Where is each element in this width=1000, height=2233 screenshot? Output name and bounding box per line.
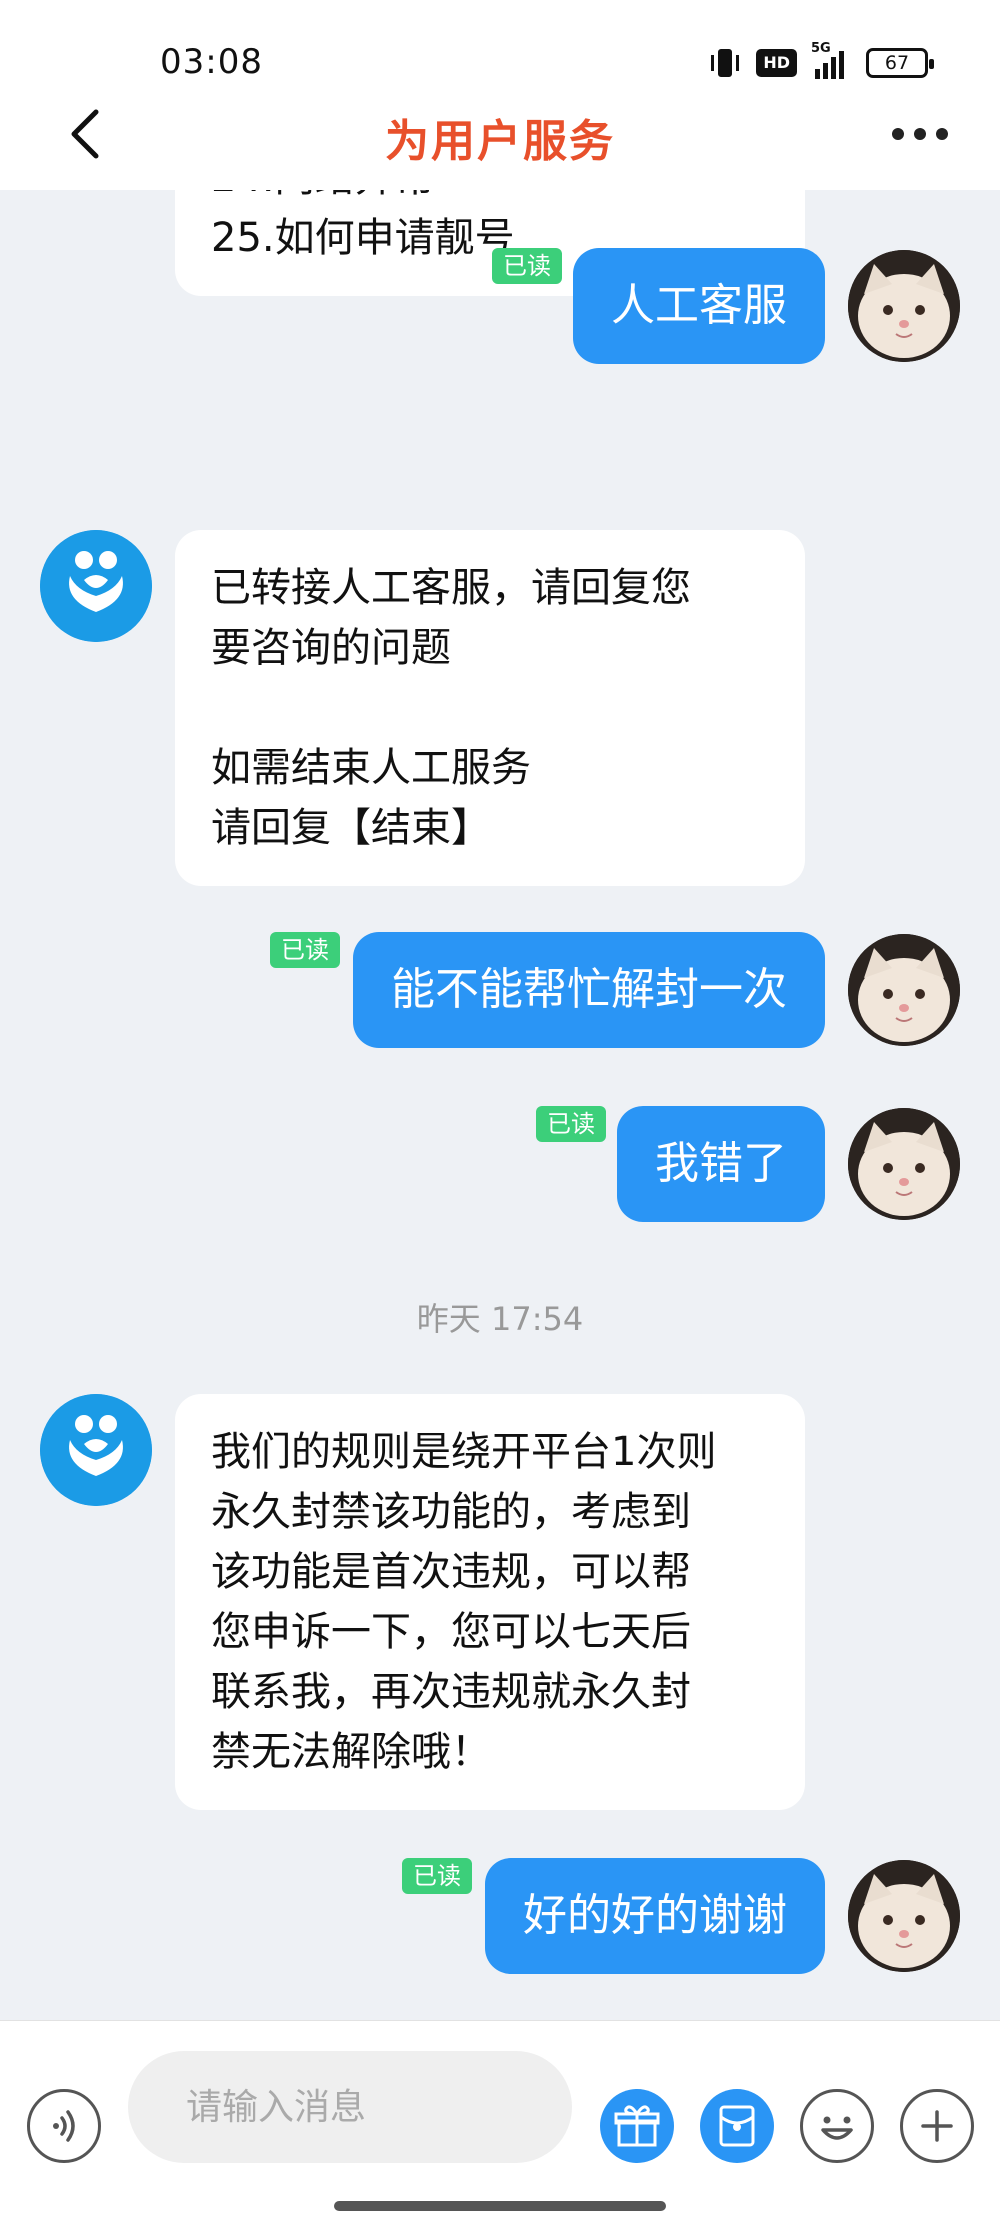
service-message-bubble: 我们的规则是绕开平台1次则 永久封禁该功能的，考虑到 该功能是首次违规，可以帮 … — [175, 1394, 805, 1810]
read-status-badge: 已读 — [536, 1106, 606, 1142]
service-logo-icon — [40, 530, 152, 642]
read-status-badge: 已读 — [492, 248, 562, 284]
status-icons: HD 5G 67 — [708, 41, 934, 80]
gift-button[interactable] — [600, 2089, 674, 2163]
user-message-bubble: 能不能帮忙解封一次 — [353, 932, 825, 1048]
emoji-icon — [821, 2116, 853, 2140]
user-avatar[interactable] — [848, 1108, 960, 1220]
cat-avatar-image — [848, 1860, 960, 1972]
user-message-bubble: 人工客服 — [573, 248, 825, 364]
more-actions-button[interactable] — [900, 2089, 974, 2163]
gift-icon — [614, 2105, 660, 2147]
service-avatar[interactable] — [40, 1394, 152, 1506]
hd-icon: HD — [756, 49, 797, 77]
service-avatar[interactable] — [40, 530, 152, 642]
read-status-badge: 已读 — [270, 932, 340, 968]
message-input-bar — [0, 2020, 1000, 2233]
chat-header: 为用户服务 — [0, 80, 1000, 190]
service-message-bubble: 已转接人工客服，请回复您 要咨询的问题 如需结束人工服务 请回复【结束】 — [175, 530, 805, 886]
user-avatar[interactable] — [848, 934, 960, 1046]
battery-icon: 67 — [866, 48, 934, 78]
voice-icon — [53, 2110, 75, 2142]
network-label: 5G — [811, 41, 831, 56]
page-title: 为用户服务 — [385, 116, 615, 167]
user-message-bubble: 好的好的谢谢 — [485, 1858, 825, 1974]
read-status-badge: 已读 — [402, 1858, 472, 1894]
status-time: 03:08 — [160, 42, 263, 82]
chat-history[interactable]: 24.网络异常 25.如何申请靓号 已读 人工客服 — [0, 190, 1000, 2020]
cat-avatar-image — [848, 934, 960, 1046]
service-logo-icon — [40, 1394, 152, 1506]
cat-avatar-image — [848, 250, 960, 362]
red-packet-icon — [719, 2105, 755, 2147]
cat-avatar-image — [848, 1108, 960, 1220]
user-avatar[interactable] — [848, 1860, 960, 1972]
emoji-button[interactable] — [800, 2089, 874, 2163]
message-input[interactable] — [128, 2051, 572, 2163]
plus-icon — [921, 2110, 953, 2142]
voice-input-button[interactable] — [27, 2089, 101, 2163]
vibrate-icon — [708, 46, 742, 80]
red-packet-button[interactable] — [700, 2089, 774, 2163]
chat-screen: 24.网络异常 25.如何申请靓号 已读 人工客服 — [0, 0, 1000, 2233]
signal-icon: 5G — [811, 41, 844, 79]
time-divider: 昨天 17:54 — [416, 1300, 584, 1338]
more-options-icon[interactable] — [880, 110, 960, 158]
user-avatar[interactable] — [848, 250, 960, 362]
home-indicator[interactable] — [334, 2201, 666, 2211]
user-message-bubble: 我错了 — [617, 1106, 825, 1222]
